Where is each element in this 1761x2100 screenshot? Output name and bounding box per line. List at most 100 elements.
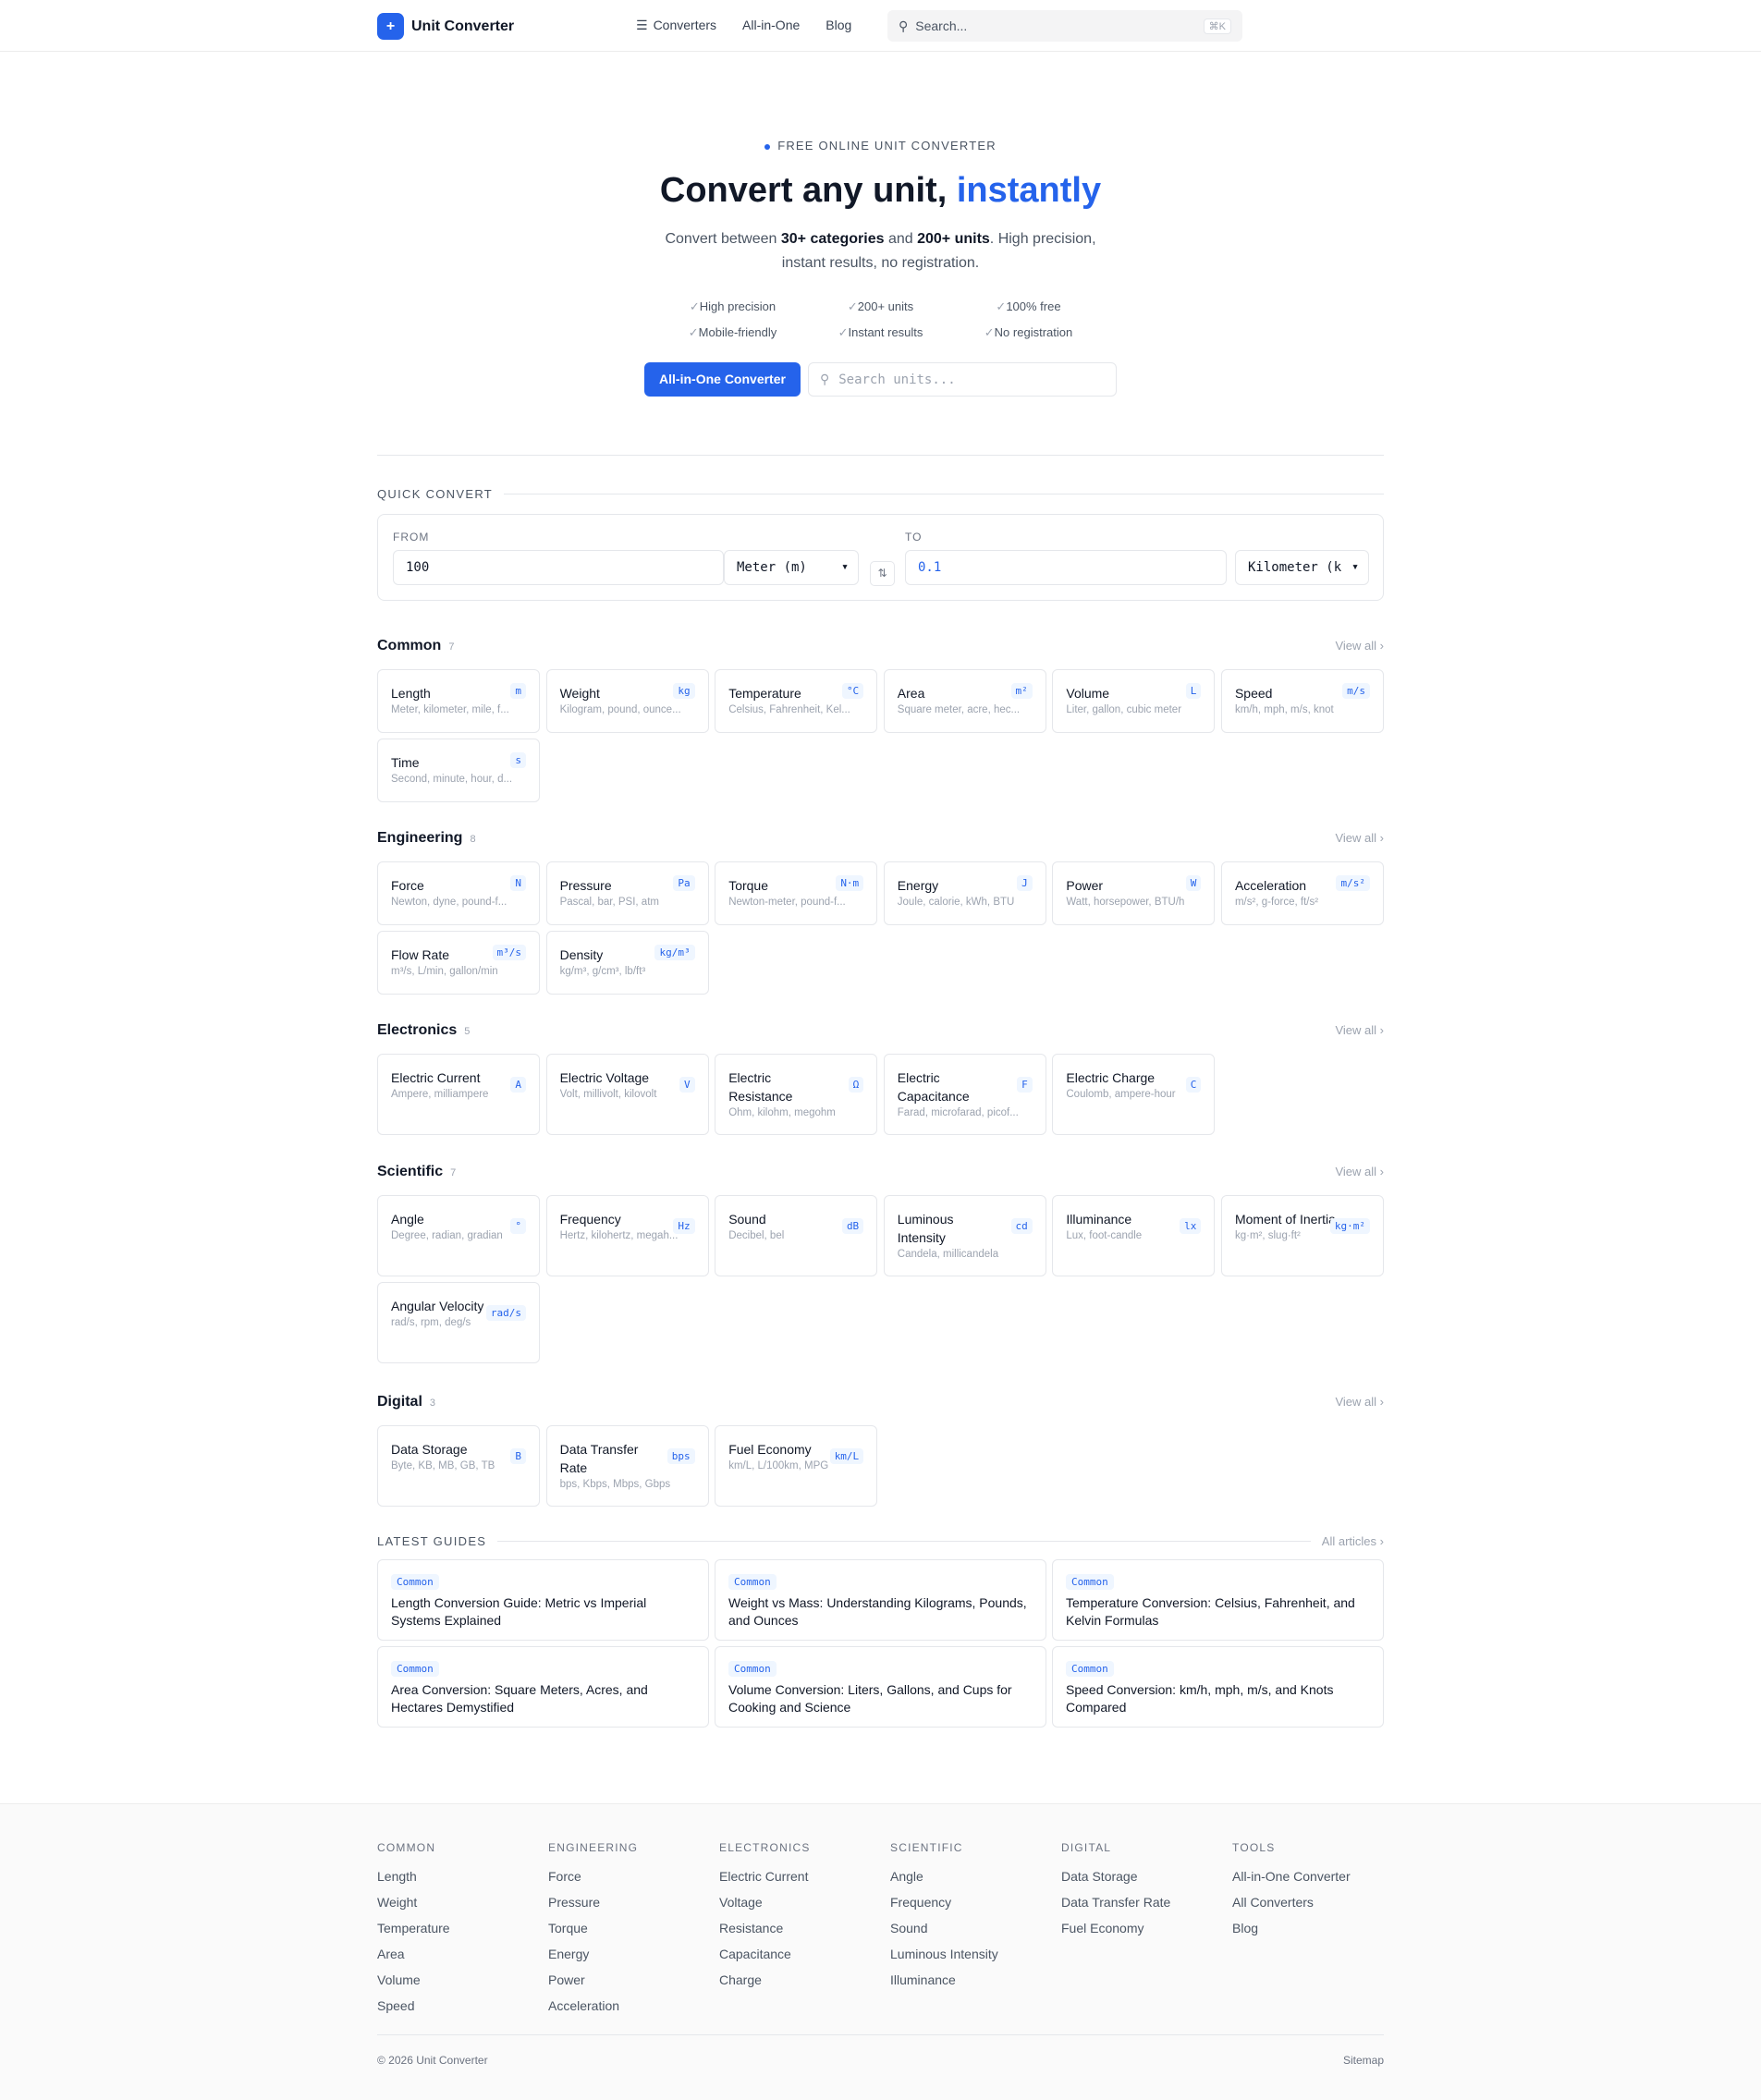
unit-badge: m² bbox=[1010, 683, 1033, 699]
footer-link[interactable]: All Converters bbox=[1232, 1895, 1403, 1910]
nav-search-input[interactable]: ⚲ Search... ⌘K bbox=[887, 10, 1242, 42]
converter-card-volume[interactable]: Volume Liter, gallon, cubic meter L bbox=[1052, 669, 1216, 733]
footer-link[interactable]: Voltage bbox=[719, 1895, 890, 1910]
converter-card-acceleration[interactable]: Acceleration m/s², g-force, ft/s² m/s² bbox=[1220, 861, 1384, 925]
footer-link[interactable]: Charge bbox=[719, 1972, 890, 1987]
converter-card-length[interactable]: Length Meter, kilometer, mile, f... m bbox=[377, 669, 540, 733]
converter-card-electric-voltage[interactable]: Electric Voltage Volt, millivolt, kilovol… bbox=[545, 1054, 709, 1135]
logo-icon: + bbox=[377, 13, 404, 40]
view-all-label: View all bbox=[1335, 831, 1377, 845]
view-all-link[interactable]: View all › bbox=[1335, 1395, 1384, 1409]
footer-link[interactable]: Data Storage bbox=[1061, 1869, 1232, 1884]
footer-link[interactable]: Speed bbox=[377, 1998, 548, 2013]
unit-badge: Hz bbox=[673, 1218, 695, 1234]
nav-link-blog[interactable]: Blog bbox=[825, 18, 851, 33]
footer-link[interactable]: Luminous Intensity bbox=[890, 1947, 1061, 1961]
footer-link[interactable]: Energy bbox=[548, 1947, 719, 1961]
footer-link[interactable]: Power bbox=[548, 1972, 719, 1987]
footer-link[interactable]: Length bbox=[377, 1869, 548, 1884]
converter-card-data-storage[interactable]: Data Storage Byte, KB, MB, GB, TB B bbox=[377, 1425, 540, 1507]
footer-link[interactable]: Acceleration bbox=[548, 1998, 719, 2013]
footer-link[interactable]: Blog bbox=[1232, 1921, 1403, 1935]
card-title: Angular Velocity bbox=[391, 1299, 484, 1313]
converter-card-moment-of-inertia[interactable]: Moment of Inertia kg·m², slug·ft² kg·m² bbox=[1220, 1195, 1384, 1276]
card-title: Density bbox=[559, 947, 604, 962]
nav-link-converters[interactable]: ☰ Converters bbox=[636, 18, 716, 33]
footer-column-scientific: SCIENTIFIC Angle Frequency Sound Luminous In… bbox=[890, 1841, 1061, 2024]
view-all-link[interactable]: View all › bbox=[1335, 831, 1384, 845]
from-unit-select[interactable]: Meter (m) bbox=[724, 550, 859, 585]
footer-link[interactable]: Pressure bbox=[548, 1895, 719, 1910]
converter-card-speed[interactable]: Speed km/h, mph, m/s, knot m/s bbox=[1220, 669, 1384, 733]
sitemap-link[interactable]: Sitemap bbox=[1343, 2054, 1384, 2067]
footer-link[interactable]: Area bbox=[377, 1947, 548, 1961]
footer-link[interactable]: All-in-One Converter bbox=[1232, 1869, 1403, 1884]
view-all-link[interactable]: View all › bbox=[1335, 639, 1384, 653]
footer-link[interactable]: Volume bbox=[377, 1972, 548, 1987]
unit-badge: bps bbox=[666, 1448, 695, 1464]
view-all-link[interactable]: View all › bbox=[1335, 1023, 1384, 1037]
card-description: Meter, kilometer, mile, f... bbox=[391, 704, 509, 715]
converter-card-angle[interactable]: Angle Degree, radian, gradian ° bbox=[377, 1195, 540, 1276]
card-title: Electric Capacitance bbox=[897, 1070, 970, 1104]
dot-icon bbox=[764, 143, 771, 150]
converter-card-weight[interactable]: Weight Kilogram, pound, ounce... kg bbox=[545, 669, 709, 733]
footer-columns: COMMON Length Weight Temperature Area Volume S… bbox=[377, 1841, 1384, 2024]
swap-units-button[interactable]: ⇅ bbox=[870, 561, 895, 586]
footer-link[interactable]: Angle bbox=[890, 1869, 1061, 1884]
view-all-link[interactable]: View all › bbox=[1335, 1165, 1384, 1178]
to-value-output[interactable]: 0.1 bbox=[905, 550, 1227, 585]
converter-card-area[interactable]: Area Square meter, acre, hec... m² bbox=[883, 669, 1046, 733]
converter-card-electric-capacitance[interactable]: Electric Capacitance Farad, microfarad, p… bbox=[883, 1054, 1046, 1135]
converter-card-angular-velocity[interactable]: Angular Velocity rad/s, rpm, deg/s rad/s bbox=[377, 1282, 540, 1363]
guide-card[interactable]: Common Temperature Conversion: Celsius, F… bbox=[1052, 1559, 1384, 1641]
guide-card[interactable]: Common Speed Conversion: km/h, mph, m/s, … bbox=[1052, 1646, 1384, 1728]
all-articles-link[interactable]: All articles › bbox=[1322, 1534, 1384, 1548]
nav-link-all-in-one[interactable]: All-in-One bbox=[742, 18, 800, 33]
converter-card-flow-rate[interactable]: Flow Rate m³/s, L/min, gallon/min m³/s bbox=[377, 931, 540, 995]
converter-card-temperature[interactable]: Temperature Celsius, Fahrenheit, Kel... °C bbox=[715, 669, 878, 733]
converter-card-electric-current[interactable]: Electric Current Ampere, milliampere A bbox=[377, 1054, 540, 1135]
feature-item: 100% free bbox=[955, 299, 1103, 314]
guide-card[interactable]: Common Volume Conversion: Liters, Gallons… bbox=[715, 1646, 1046, 1728]
unit-badge: kg·m² bbox=[1329, 1218, 1370, 1234]
footer-link[interactable]: Weight bbox=[377, 1895, 548, 1910]
footer-link[interactable]: Data Transfer Rate bbox=[1061, 1895, 1232, 1910]
converter-card-pressure[interactable]: Pressure Pascal, bar, PSI, atm Pa bbox=[545, 861, 709, 925]
card-title: Frequency bbox=[559, 1212, 621, 1227]
footer-link[interactable]: Resistance bbox=[719, 1921, 890, 1935]
footer-link[interactable]: Sound bbox=[890, 1921, 1061, 1935]
converter-card-energy[interactable]: Energy Joule, calorie, kWh, BTU J bbox=[883, 861, 1046, 925]
guide-card[interactable]: Common Weight vs Mass: Understanding Kilo… bbox=[715, 1559, 1046, 1641]
brand[interactable]: + Unit Converter bbox=[377, 13, 514, 40]
footer-link[interactable]: Fuel Economy bbox=[1061, 1921, 1232, 1935]
converter-card-frequency[interactable]: Frequency Hertz, kilohertz, megah... Hz bbox=[545, 1195, 709, 1276]
converter-card-electric-resistance[interactable]: Electric Resistance Ohm, kilohm, megohm Ω bbox=[715, 1054, 878, 1135]
category-count: 3 bbox=[429, 1398, 436, 1409]
converter-card-illuminance[interactable]: Illuminance Lux, foot-candle lx bbox=[1052, 1195, 1216, 1276]
converter-card-data-transfer-rate[interactable]: Data Transfer Rate bps, Kbps, Mbps, Gbps b… bbox=[545, 1425, 709, 1507]
converter-card-density[interactable]: Density kg/m³, g/cm³, lb/ft³ kg/m³ bbox=[545, 931, 709, 995]
converter-card-torque[interactable]: Torque Newton-meter, pound-f... N·m bbox=[715, 861, 878, 925]
converter-card-force[interactable]: Force Newton, dyne, pound-f... N bbox=[377, 861, 540, 925]
converter-card-electric-charge[interactable]: Electric Charge Coulomb, ampere-hour C bbox=[1052, 1054, 1216, 1135]
converter-card-sound[interactable]: Sound Decibel, bel dB bbox=[715, 1195, 878, 1276]
footer-link[interactable]: Torque bbox=[548, 1921, 719, 1935]
guide-card[interactable]: Common Area Conversion: Square Meters, Ac… bbox=[377, 1646, 709, 1728]
footer-link[interactable]: Temperature bbox=[377, 1921, 548, 1935]
unit-search-input[interactable]: ⚲ Search units... bbox=[807, 362, 1117, 397]
from-value-input[interactable]: 100 bbox=[393, 550, 724, 585]
footer-link[interactable]: Frequency bbox=[890, 1895, 1061, 1910]
category-title: Common bbox=[377, 638, 442, 653]
footer-link[interactable]: Illuminance bbox=[890, 1972, 1061, 1987]
footer-link[interactable]: Capacitance bbox=[719, 1947, 890, 1961]
converter-card-power[interactable]: Power Watt, horsepower, BTU/h W bbox=[1052, 861, 1216, 925]
to-unit-select[interactable]: Kilometer (k bbox=[1235, 550, 1369, 585]
all-in-one-button[interactable]: All-in-One Converter bbox=[644, 362, 801, 397]
footer-link[interactable]: Force bbox=[548, 1869, 719, 1884]
converter-card-time[interactable]: Time Second, minute, hour, d... s bbox=[377, 739, 540, 802]
guide-card[interactable]: Common Length Conversion Guide: Metric vs… bbox=[377, 1559, 709, 1641]
converter-card-luminous-intensity[interactable]: Luminous Intensity Candela, millicandela c… bbox=[883, 1195, 1046, 1276]
converter-card-fuel-economy[interactable]: Fuel Economy km/L, L/100km, MPG km/L bbox=[715, 1425, 878, 1507]
footer-link[interactable]: Electric Current bbox=[719, 1869, 890, 1884]
